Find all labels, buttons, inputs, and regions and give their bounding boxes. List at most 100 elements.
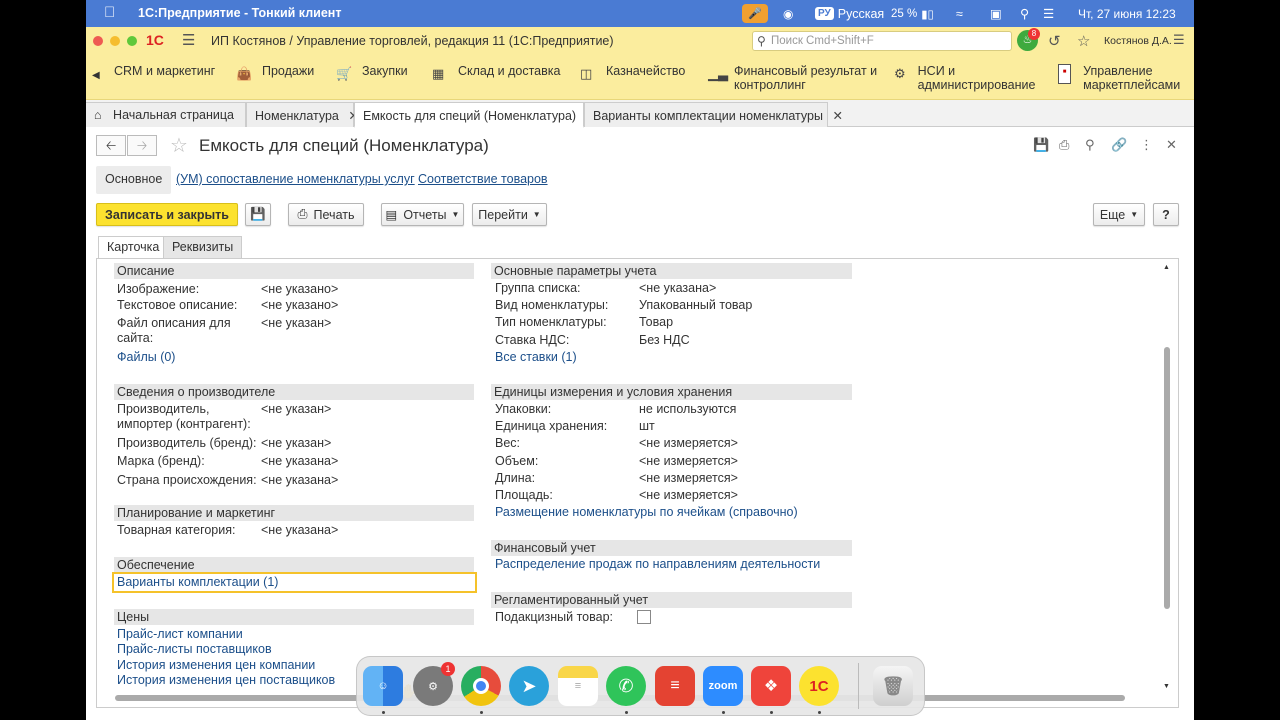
storage-unit-value[interactable]: шт	[639, 419, 655, 433]
kind-value[interactable]: Упакованный товар	[639, 298, 752, 312]
whatsapp-icon[interactable]: ✆	[606, 666, 646, 706]
section-purchases[interactable]: 🛒 Закупки	[336, 64, 408, 81]
record-icon[interactable]: ◉	[783, 0, 793, 27]
microphone-icon[interactable]: 🎤	[742, 4, 768, 23]
tab-nomenclature[interactable]: Номенклатура ✕	[246, 102, 359, 127]
area-value[interactable]: <не измеряется>	[639, 488, 738, 502]
section-nsi-admin[interactable]: ⚙ НСИ и администрирование	[894, 64, 1044, 92]
section-sales[interactable]: 👜 Продажи	[236, 64, 314, 81]
telegram-icon[interactable]: ➤	[509, 666, 549, 706]
global-search-input[interactable]: ⚲ Поиск Cmd+Shift+F	[752, 31, 1012, 51]
input-language[interactable]: РУ Русская	[815, 0, 884, 27]
excise-checkbox[interactable]	[637, 610, 651, 624]
reports-button[interactable]: ▤ Отчеты ▼	[381, 203, 464, 226]
hamburger-menu-icon[interactable]: ☰	[182, 31, 195, 49]
producer-value[interactable]: <не указан>	[261, 402, 331, 416]
files-link[interactable]: Файлы (0)	[117, 350, 175, 364]
settings-menu-icon[interactable]: ☰	[1173, 32, 1185, 48]
subnav-main[interactable]: Основное	[96, 166, 172, 194]
storage-unit-label: Единица хранения:	[495, 419, 608, 433]
save-icon[interactable]: 💾	[1033, 137, 1049, 153]
save-and-close-button[interactable]: Записать и закрыть	[96, 203, 238, 226]
cell-placement-link[interactable]: Размещение номенклатуры по ячейкам (спра…	[495, 505, 798, 519]
company-price-history-link[interactable]: История изменения цен компании	[117, 658, 315, 672]
goto-button[interactable]: Перейти ▼	[472, 203, 547, 226]
volume-value[interactable]: <не измеряется>	[639, 454, 738, 468]
image-value[interactable]: <не указано>	[261, 282, 338, 296]
minimize-window-button[interactable]	[110, 36, 120, 46]
history-icon[interactable]: ↺	[1048, 32, 1061, 50]
brand-value[interactable]: <не указана>	[261, 454, 338, 468]
tab-spice-container[interactable]: Емкость для специй (Номенклатура) ✕	[354, 102, 596, 128]
current-user[interactable]: Костянов Д.А.	[1104, 35, 1172, 47]
scroll-up-icon[interactable]: ▲	[1163, 264, 1170, 271]
tab-attributes[interactable]: Реквизиты	[163, 236, 243, 258]
tab-home-page[interactable]: ⌂ Начальная страница	[86, 102, 246, 127]
subnav-goods-correspondence[interactable]: Соответствие товаров	[409, 166, 557, 194]
tab-card[interactable]: Карточка	[98, 236, 169, 259]
length-label: Длина:	[495, 471, 536, 485]
group-list-value[interactable]: <не указана>	[639, 281, 716, 295]
chrome-icon[interactable]	[461, 666, 501, 706]
apple-icon[interactable]: 	[104, 4, 115, 21]
weight-value[interactable]: <не измеряется>	[639, 436, 738, 450]
length-value[interactable]: <не измеряется>	[639, 471, 738, 485]
kit-variants-link[interactable]: Варианты комплектации (1)	[117, 575, 278, 589]
section-finance-result[interactable]: ▁▃ Финансовый результат и контроллинг	[708, 64, 878, 92]
wifi-icon[interactable]: ≈	[956, 0, 963, 27]
country-value[interactable]: <не указана>	[261, 473, 338, 487]
control-center-icon[interactable]: ☰	[1043, 0, 1054, 27]
mac-clock[interactable]: Чт, 27 июня 12:23	[1078, 0, 1176, 27]
back-button[interactable]: 🡠	[96, 135, 126, 156]
type-value[interactable]: Товар	[639, 315, 673, 329]
screen-share-icon[interactable]: ▣	[990, 0, 1002, 27]
section-warehouse[interactable]: ▦ Склад и доставка	[432, 64, 560, 81]
site-file-label-line1: Файл описания для	[117, 316, 231, 330]
maximize-window-button[interactable]	[127, 36, 137, 46]
scroll-left-icon[interactable]: ◀	[92, 70, 100, 81]
mac-app-name[interactable]: 1С:Предприятие - Тонкий клиент	[138, 6, 341, 20]
close-window-button[interactable]	[93, 36, 103, 46]
supplier-price-lists-link[interactable]: Прайс-листы поставщиков	[117, 642, 272, 656]
brand-producer-value[interactable]: <не указан>	[261, 436, 331, 450]
preview-icon[interactable]: ⚲	[1085, 137, 1095, 153]
finder-icon[interactable]: ☺	[363, 666, 403, 706]
trash-icon[interactable]: 🗑	[873, 666, 913, 706]
section-marketplaces[interactable]: ■ Управление маркетплейсами	[1058, 64, 1188, 92]
more-vertical-icon[interactable]: ⋮	[1140, 137, 1153, 153]
forward-button[interactable]: 🡢	[127, 135, 157, 156]
anydesk-icon[interactable]: ❖	[751, 666, 791, 706]
vat-value[interactable]: Без НДС	[639, 333, 690, 347]
packaging-value[interactable]: не используются	[639, 402, 736, 416]
zoom-icon[interactable]: zoom	[703, 666, 743, 706]
sales-distribution-link[interactable]: Распределение продаж по направлениям дея…	[495, 557, 820, 571]
print-button[interactable]: ⎙ Печать	[288, 203, 364, 226]
notes-icon[interactable]: ≡	[558, 666, 598, 706]
more-button[interactable]: Еще ▼	[1093, 203, 1145, 226]
battery-status[interactable]: 25 % ▮▯	[891, 0, 934, 27]
onec-app-icon[interactable]: 1С	[799, 666, 839, 706]
section-crm[interactable]: CRM и маркетинг	[114, 64, 215, 78]
print-icon[interactable]: ⎙	[1059, 137, 1069, 153]
favorite-star-icon[interactable]: ☆	[170, 133, 188, 158]
close-icon[interactable]: ✕	[832, 109, 842, 123]
subnav-service-mapping[interactable]: (УМ) сопоставление номенклатуры услуг	[167, 166, 424, 194]
help-button[interactable]: ?	[1153, 203, 1179, 226]
save-button[interactable]: 💾	[245, 203, 271, 226]
link-icon[interactable]: 🔗	[1111, 137, 1127, 153]
supplier-price-history-link[interactable]: История изменения цен поставщиков	[117, 673, 335, 687]
favorites-star-icon[interactable]: ☆	[1077, 32, 1090, 50]
close-form-icon[interactable]: ✕	[1166, 137, 1177, 153]
section-treasury[interactable]: ◫ Казначейство	[580, 64, 685, 81]
vertical-scroll-thumb[interactable]	[1164, 347, 1170, 609]
all-rates-link[interactable]: Все ставки (1)	[495, 350, 577, 364]
company-price-list-link[interactable]: Прайс-лист компании	[117, 627, 243, 641]
vertical-scrollbar[interactable]: ▲ ▼	[1163, 264, 1171, 692]
category-value[interactable]: <не указана>	[261, 523, 338, 537]
scroll-down-icon[interactable]: ▼	[1163, 683, 1170, 690]
site-file-value[interactable]: <не указан>	[261, 316, 331, 330]
tab-kit-variants[interactable]: Варианты комплектации номенклатуры ✕	[584, 102, 843, 127]
spotlight-icon[interactable]: ⚲	[1020, 0, 1029, 27]
todoist-icon[interactable]: ≡	[655, 666, 695, 706]
text-description-value[interactable]: <не указано>	[261, 298, 338, 312]
